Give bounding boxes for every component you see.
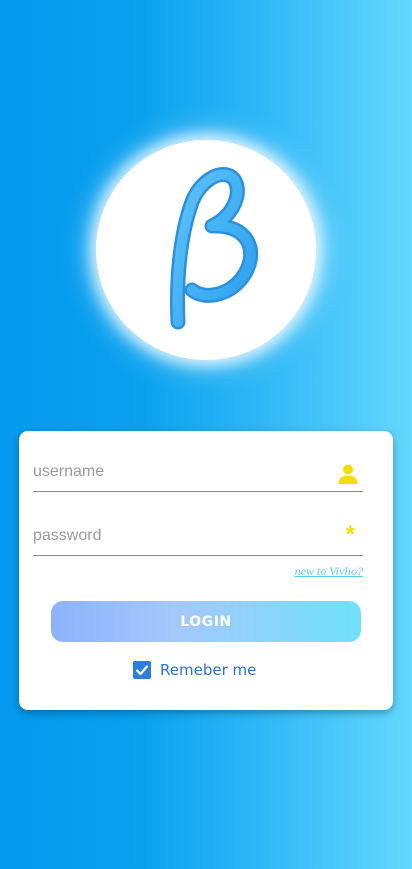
checkmark-icon (135, 665, 149, 676)
username-field-container (33, 457, 363, 492)
username-input[interactable] (33, 457, 323, 487)
signup-link[interactable]: new to Vivlio? (295, 564, 363, 579)
login-button[interactable]: LOGIN (51, 601, 361, 642)
password-field-container: * (33, 521, 363, 556)
beta-logo-icon (170, 167, 259, 330)
app-logo (96, 140, 316, 360)
password-input[interactable] (33, 521, 323, 551)
user-icon (337, 463, 359, 485)
asterisk-icon: * (345, 521, 355, 548)
remember-me-checkbox[interactable] (133, 661, 151, 679)
login-card: * new to Vivlio? LOGIN Remeber me (19, 431, 393, 710)
remember-me-label: Remeber me (160, 661, 257, 679)
remember-me-toggle[interactable]: Remeber me (133, 660, 256, 680)
